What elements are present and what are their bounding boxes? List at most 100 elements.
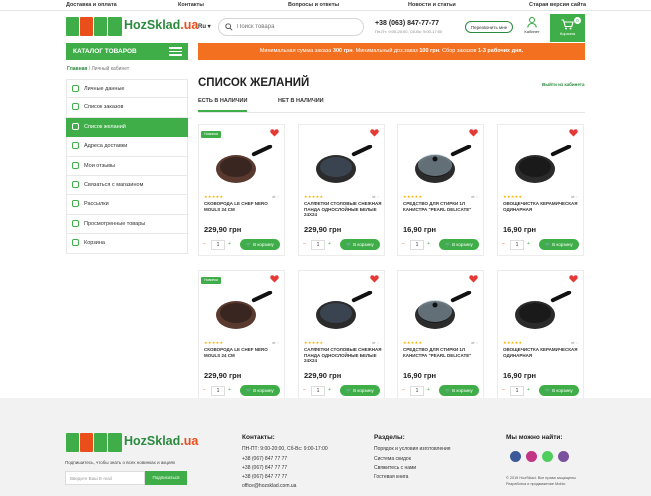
footer-section-link[interactable]: Порядок и условия изготовления [374,446,451,452]
minus-icon[interactable]: − [402,387,405,393]
product-image[interactable] [411,291,473,333]
heart-icon[interactable] [270,275,279,283]
quantity-value[interactable]: 1 [510,386,524,396]
sidebar-item-viewed[interactable]: Просмотренные товары [66,214,188,235]
product-card[interactable]: ★★★★★ ⇄ ◌ ОВОЩЕЧИСТКА КЕРАМИЧЕСКАЯ ОДИНАРН… [497,124,584,256]
search-box[interactable] [218,18,364,36]
quantity-value[interactable]: 1 [410,240,424,250]
quantity-stepper[interactable]: −1 + [303,386,333,396]
product-image[interactable] [312,145,374,187]
add-to-cart-button[interactable]: 🛒 В корзину [439,385,479,396]
instagram-icon[interactable] [526,451,537,462]
product-card[interactable]: ★★★★★ ⇄ ◌ СРЕДСТВО ДЛЯ СТИРКИ 1Л КАНИСТРА … [397,270,484,402]
product-name[interactable]: СКОВОРОДА LE CHEF NERO MOULS 24 CM [204,201,282,212]
product-card[interactable]: Новинка ★★★★★ ⇄ ◌ СКОВОРОДА LE CHEF NERO MO… [198,124,285,256]
quantity-value[interactable]: 1 [410,386,424,396]
quantity-value[interactable]: 1 [311,386,325,396]
nav-link-faq[interactable]: Вопросы и ответы [288,2,339,8]
compare-icon[interactable]: ⇄ ◌ [471,194,478,199]
footer-phone-1[interactable]: +38 (067) 847 77 77 [242,456,287,462]
facebook-icon[interactable] [510,451,521,462]
plus-icon[interactable]: + [328,387,331,393]
footer-section-link[interactable]: Система скидок [374,456,411,462]
minus-icon[interactable]: − [502,387,505,393]
quantity-value[interactable]: 1 [211,386,225,396]
sidebar-item-orders[interactable]: Список заказов [66,98,188,118]
product-name[interactable]: ОВОЩЕЧИСТКА КЕРАМИЧЕСКАЯ ОДИНАРНАЯ [503,201,581,212]
compare-icon[interactable]: ⇄ ◌ [571,340,578,345]
quantity-stepper[interactable]: −1 + [402,386,432,396]
viber-icon[interactable] [558,451,569,462]
footer-phone-2[interactable]: +38 (067) 847 77 77 [242,465,287,471]
minus-icon[interactable]: − [203,387,206,393]
footer-section-link[interactable]: Свяжитесь с нами [374,465,416,471]
plus-icon[interactable]: + [228,387,231,393]
logout-link[interactable]: Выйти из кабинета [542,82,585,87]
heart-icon[interactable] [370,275,379,283]
compare-icon[interactable]: ⇄ ◌ [372,340,379,345]
product-name[interactable]: ОВОЩЕЧИСТКА КЕРАМИЧЕСКАЯ ОДИНАРНАЯ [503,347,581,358]
plus-icon[interactable]: + [527,241,530,247]
sidebar-item-addresses[interactable]: Адреса доставки [66,137,188,157]
footer-logo[interactable]: HozSklad.ua [66,433,198,453]
product-image[interactable] [312,291,374,333]
plus-icon[interactable]: + [328,241,331,247]
compare-icon[interactable]: ⇄ ◌ [372,194,379,199]
sidebar-item-newsletters[interactable]: Рассылки [66,195,188,215]
add-to-cart-button[interactable]: 🛒 В корзину [539,239,579,250]
cabinet-link[interactable]: Кабинет [522,16,542,39]
add-to-cart-button[interactable]: 🛒 В корзину [240,239,280,250]
product-card[interactable]: ★★★★★ ⇄ ◌ СРЕДСТВО ДЛЯ СТИРКИ 1Л КАНИСТРА … [397,124,484,256]
breadcrumb-home[interactable]: Главная [67,66,87,72]
sidebar-item-profile[interactable]: Личные данные [66,79,188,99]
search-input[interactable] [237,22,357,32]
plus-icon[interactable]: + [427,241,430,247]
sidebar-item-reviews[interactable]: Мои отзывы [66,156,188,176]
product-image[interactable] [511,291,573,333]
language-switcher[interactable]: Ru ▾ [198,23,211,30]
plus-icon[interactable]: + [427,387,430,393]
compare-icon[interactable]: ⇄ ◌ [571,194,578,199]
subscribe-email-input[interactable]: Введите Ваш E-mail [65,471,145,485]
developer-credit[interactable]: Разработка и продвижение Mobio [506,482,565,486]
plus-icon[interactable]: + [228,241,231,247]
product-card[interactable]: ★★★★★ ⇄ ◌ ОВОЩЕЧИСТКА КЕРАМИЧЕСКАЯ ОДИНАРН… [497,270,584,402]
sidebar-item-wishlist[interactable]: Список желаний [66,117,188,138]
footer-email[interactable]: office@hozsklad.com.ua [242,483,296,489]
catalog-button[interactable]: КАТАЛОГ ТОВАРОВ [66,43,188,60]
product-name[interactable]: САЛФЕТКИ СТОЛОВЫЕ СНЕЖНАЯ ПАНДА ОДНОСЛОЙ… [304,201,382,218]
footer-phone-3[interactable]: +38 (067) 847 77 77 [242,474,287,480]
header-phone[interactable]: +38 (063) 847-77-77 [375,20,439,27]
product-name[interactable]: СКОВОРОДА LE CHEF NERO MOULS 24 CM [204,347,282,358]
heart-icon[interactable] [569,129,578,137]
minus-icon[interactable]: − [303,387,306,393]
minus-icon[interactable]: − [203,241,206,247]
sidebar-item-cart[interactable]: Корзина [66,234,188,254]
quantity-stepper[interactable]: −1 + [402,240,432,250]
product-card[interactable]: ★★★★★ ⇄ ◌ САЛФЕТКИ СТОЛОВЫЕ СНЕЖНАЯ ПАНДА … [298,124,385,256]
quantity-stepper[interactable]: −1 + [303,240,333,250]
add-to-cart-button[interactable]: 🛒 В корзину [240,385,280,396]
compare-icon[interactable]: ⇄ ◌ [272,194,279,199]
quantity-stepper[interactable]: −1 + [502,386,532,396]
minus-icon[interactable]: − [402,241,405,247]
product-card[interactable]: Новинка ★★★★★ ⇄ ◌ СКОВОРОДА LE CHEF NERO MO… [198,270,285,402]
minus-icon[interactable]: − [303,241,306,247]
quantity-stepper[interactable]: −1 + [203,240,233,250]
product-image[interactable] [511,145,573,187]
callback-button[interactable]: Перезвонить мне [465,21,513,33]
site-logo[interactable]: HozSklad.ua [66,17,198,37]
whatsapp-icon[interactable] [542,451,553,462]
header-cart[interactable]: 0 Корзина [550,14,585,42]
subscribe-button[interactable]: Подписаться [145,471,187,485]
quantity-value[interactable]: 1 [211,240,225,250]
footer-section-link[interactable]: Гостевая книга [374,474,408,480]
product-image[interactable] [212,291,274,333]
heart-icon[interactable] [569,275,578,283]
heart-icon[interactable] [370,129,379,137]
add-to-cart-button[interactable]: 🛒 В корзину [539,385,579,396]
compare-icon[interactable]: ⇄ ◌ [272,340,279,345]
nav-link-old-site[interactable]: Старая версия сайта [529,2,586,8]
product-image[interactable] [212,145,274,187]
heart-icon[interactable] [469,129,478,137]
